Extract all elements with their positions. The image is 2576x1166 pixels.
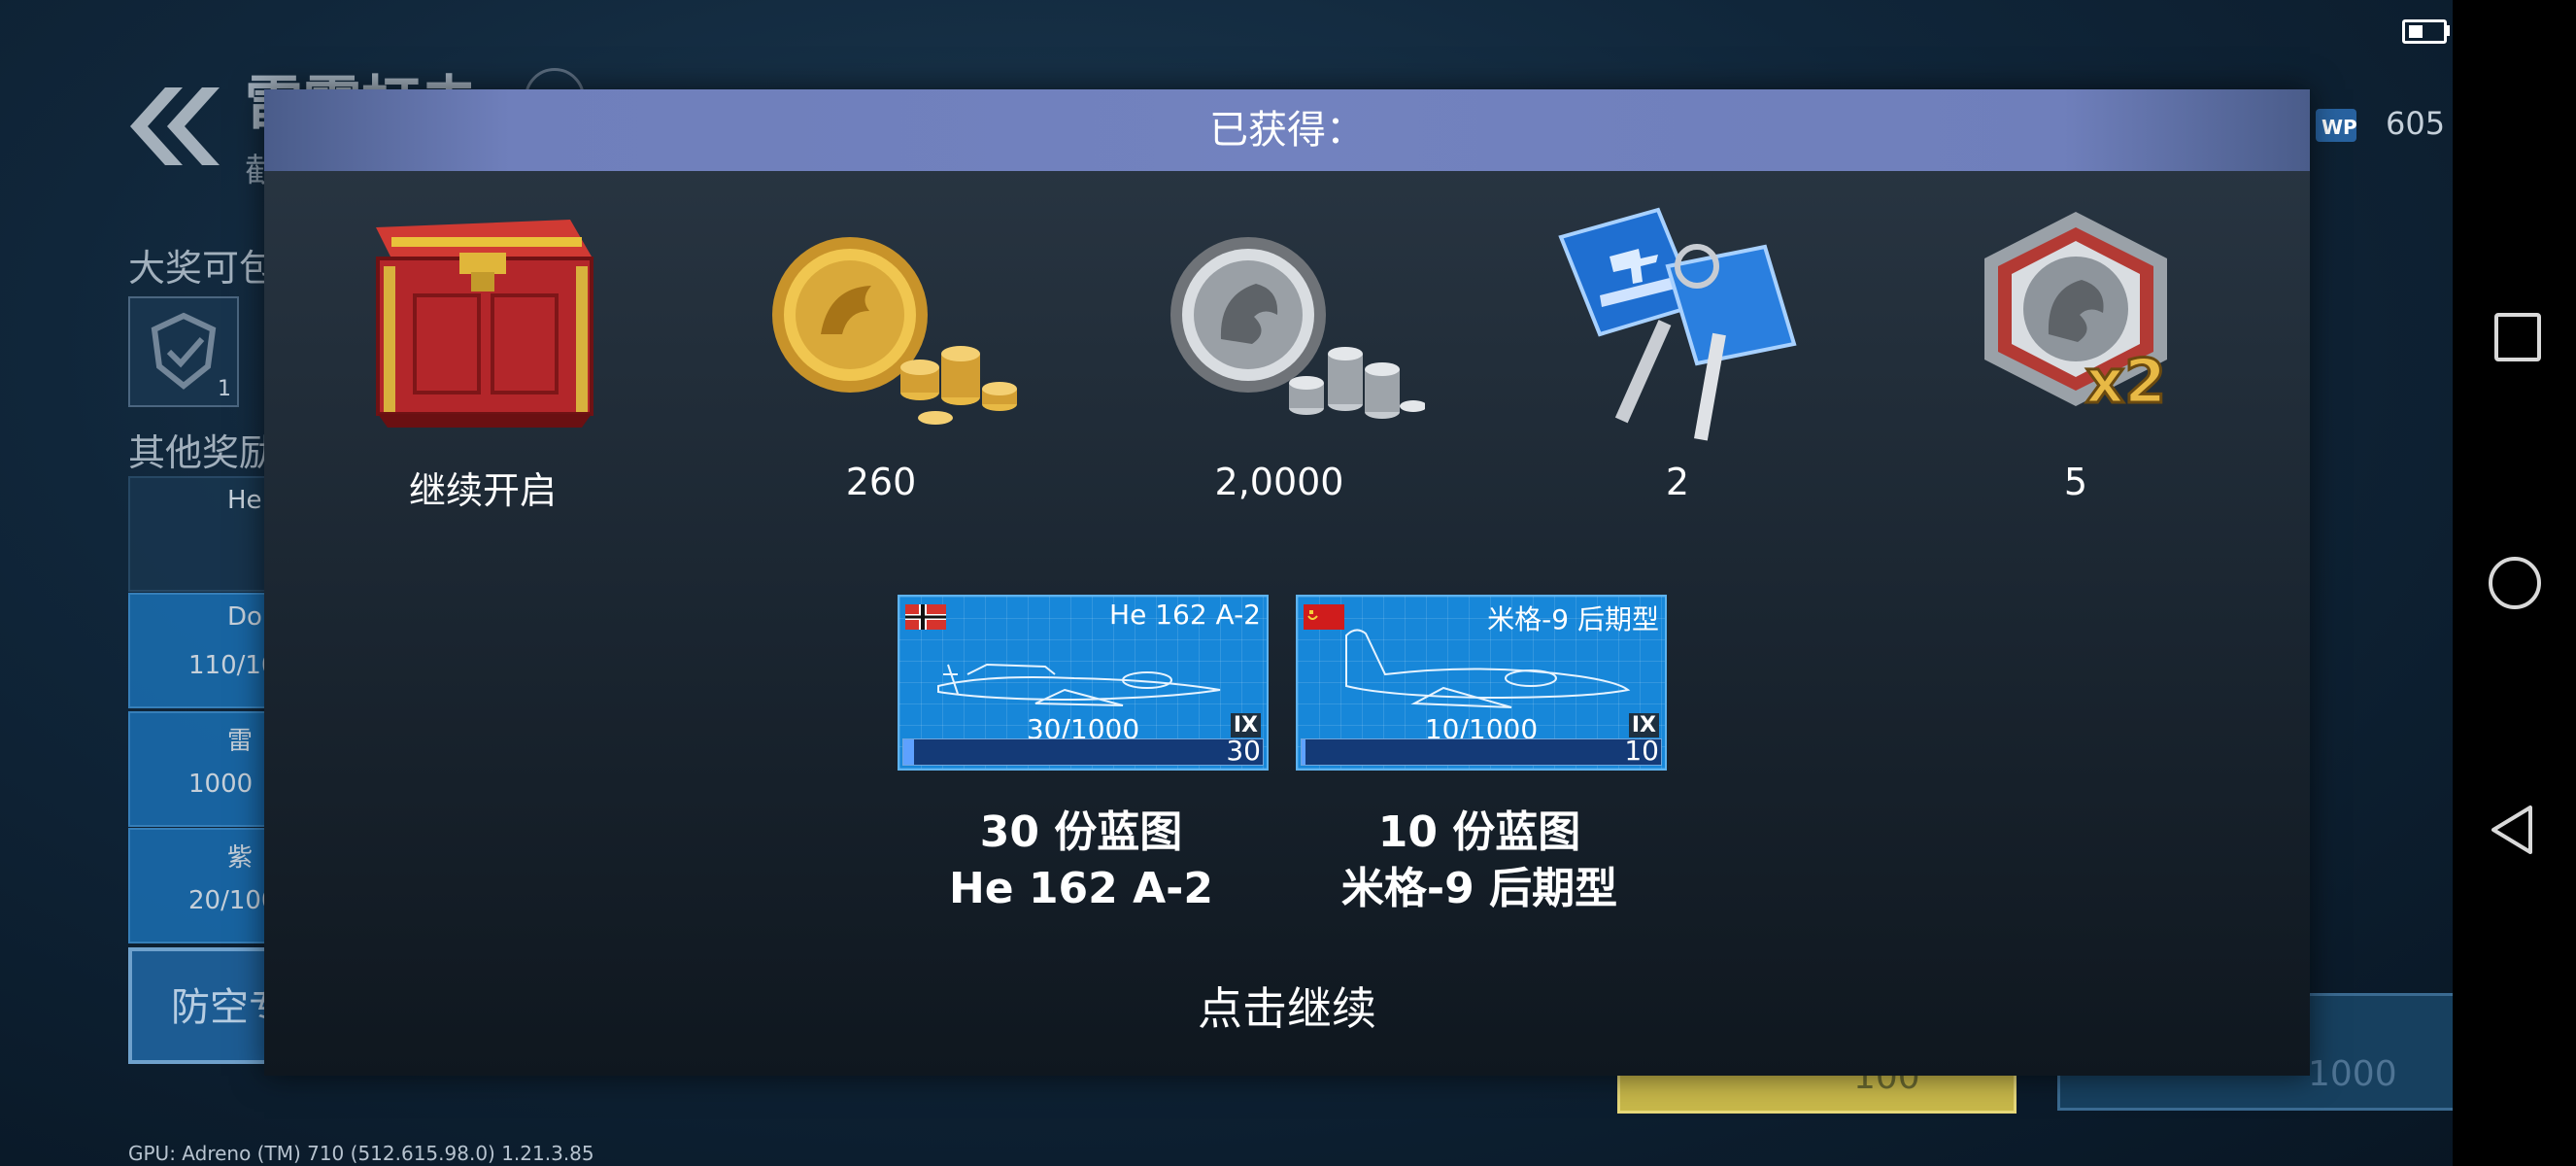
reward-card-value: 1000 [188, 770, 254, 799]
blueprint-caption-quantity: 10 份蓝图 [1377, 807, 1581, 857]
reward-card-name: 雷 [227, 727, 254, 756]
other-rewards-heading: 其他奖励 [128, 431, 277, 474]
rewards-modal[interactable]: 已获得： 继续开启 260 2,0000 2 x2 5 He 162 A-2 3… [264, 89, 2310, 1076]
recent-apps-icon[interactable] [2494, 313, 2541, 361]
aircraft-outline-icon [937, 663, 1221, 706]
lion-badge-x2-icon: x2 [1984, 212, 2168, 419]
grand-prize-count: 1 [218, 377, 231, 401]
tap-to-continue[interactable]: 点击继续 [264, 974, 2310, 1038]
back-triangle-icon[interactable] [2490, 804, 2536, 856]
reward-keys[interactable]: 2 [1532, 198, 1823, 606]
blueprint-progress-bar [1301, 738, 1662, 766]
battery-icon [2402, 19, 2447, 44]
reward-badge[interactable]: x2 5 [1930, 198, 2221, 606]
multiplier-text: x2 [2085, 346, 2166, 417]
red-crate-icon [376, 220, 593, 428]
battery-tip [2445, 25, 2450, 36]
silver-lion-coins-icon [1170, 237, 1425, 419]
reward-gold-label: 260 [845, 461, 917, 503]
home-icon[interactable] [2489, 557, 2541, 609]
reward-gold[interactable]: 260 [735, 198, 1027, 606]
blueprint-progress-fill [903, 739, 915, 765]
reward-silver[interactable]: 2,0000 [1134, 198, 1425, 606]
blueprint-caption: 30 份蓝图 He 162 A-2 [877, 805, 1285, 917]
grand-prize-card[interactable]: 1 [128, 296, 239, 407]
blueprint-aircraft-name: He 162 A-2 [1109, 599, 1261, 631]
wp-currency-icon: WP [2316, 109, 2357, 142]
blueprint-progress-fill [1302, 739, 1305, 765]
gold-eagle-coins-icon [772, 237, 1017, 425]
double-chevron-left-icon[interactable] [126, 87, 223, 165]
reward-card-name: He [227, 486, 262, 515]
blueprint-card[interactable]: He 162 A-2 30/1000 IX 30 [898, 595, 1269, 771]
blueprint-progress-bar [902, 738, 1264, 766]
blueprint-caption-quantity: 30 份蓝图 [979, 807, 1183, 857]
blueprint-caption-aircraft: 米格-9 后期型 [1340, 864, 1618, 913]
reward-keys-label: 2 [1665, 461, 1690, 503]
aircraft-outline-icon [1345, 629, 1631, 708]
wp-currency-value: 605 [2386, 105, 2446, 142]
blueprint-count: 10 [1624, 735, 1659, 767]
blueprint-caption-aircraft: He 162 A-2 [948, 864, 1214, 913]
reward-card-name: Do [227, 602, 262, 632]
reward-card-name: 紫 [227, 843, 254, 873]
blueprint-keys-icon [1558, 207, 1797, 441]
reward-crate-label: 继续开启 [408, 469, 557, 512]
svg-text:WP: WP [2322, 116, 2357, 139]
blueprint-count: 30 [1226, 735, 1261, 767]
modal-header: 已获得： [264, 89, 2310, 171]
german-flag-icon [905, 604, 946, 630]
buy-button-gold-value: 1000 [2308, 1054, 2397, 1094]
blueprint-card[interactable]: 米格-9 后期型 10/1000 IX 10 [1296, 595, 1667, 771]
blueprint-caption: 10 份蓝图 米格-9 后期型 [1275, 805, 1683, 917]
reward-badge-label: 5 [2063, 461, 2088, 503]
reward-silver-label: 2,0000 [1214, 461, 1344, 503]
grand-prize-heading: 大奖可包 [128, 247, 277, 290]
reward-crate[interactable]: 继续开启 [337, 198, 628, 606]
modal-title: 已获得： [1209, 108, 1365, 153]
gpu-info: GPU: Adreno (TM) 710 (512.615.98.0) 1.21… [128, 1142, 594, 1165]
